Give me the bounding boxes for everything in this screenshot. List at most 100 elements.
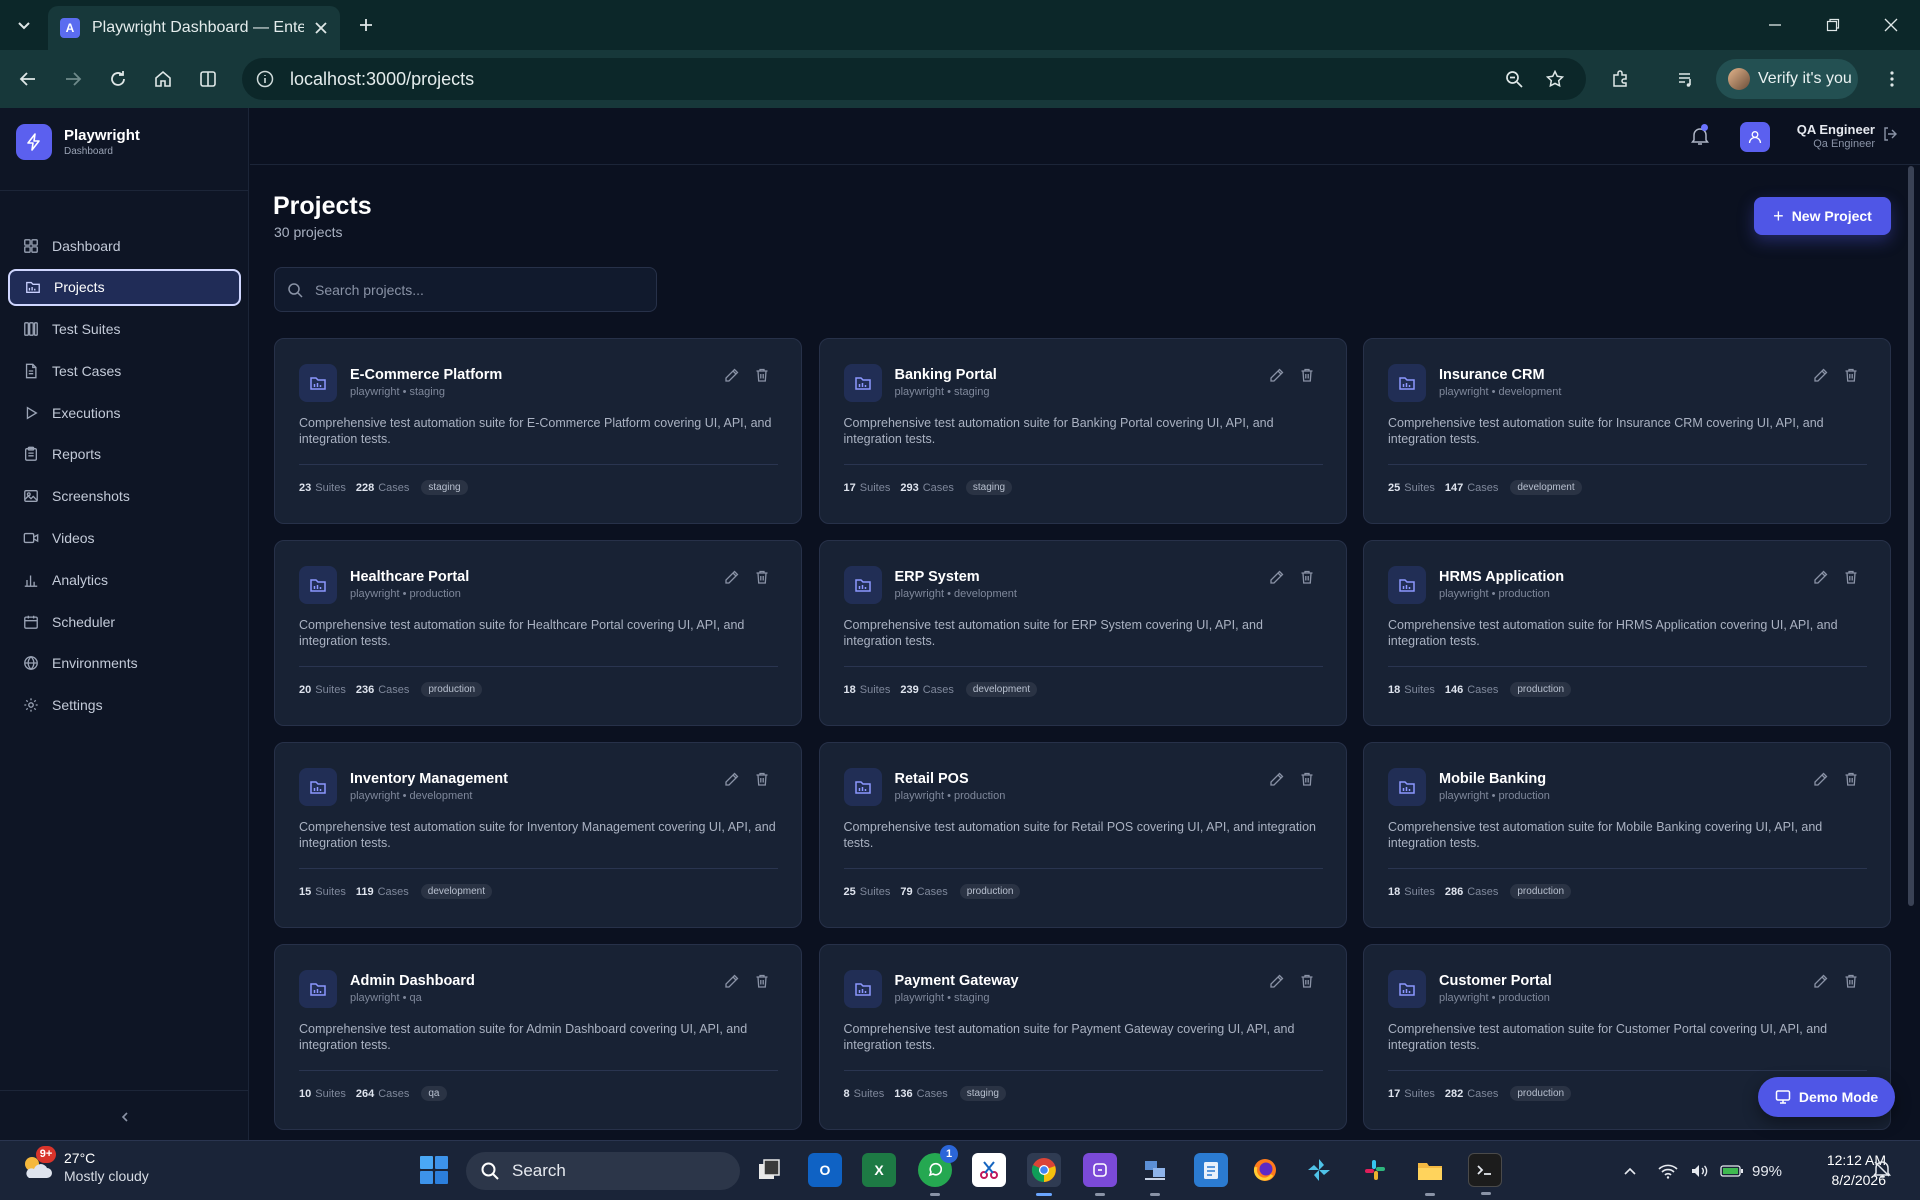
edit-pencil-icon[interactable] xyxy=(1269,771,1285,787)
project-name[interactable]: Healthcare Portal xyxy=(350,569,469,585)
zoom-icon[interactable] xyxy=(1496,61,1532,97)
sidebar-item-scheduler[interactable]: Scheduler xyxy=(8,603,241,640)
notification-center-icon[interactable] xyxy=(1872,1159,1894,1181)
project-card[interactable]: Insurance CRM playwright • development Com… xyxy=(1363,338,1891,524)
search-box[interactable] xyxy=(274,267,657,312)
minimize-icon[interactable] xyxy=(1746,0,1804,50)
delete-trash-icon[interactable] xyxy=(1299,367,1315,383)
network-admin-icon[interactable] xyxy=(1138,1153,1172,1196)
project-card[interactable]: Retail POS playwright • production Compreh… xyxy=(818,742,1347,928)
edit-pencil-icon[interactable] xyxy=(724,771,740,787)
terminal-icon[interactable] xyxy=(1468,1153,1502,1195)
project-card[interactable]: Banking Portal playwright • staging Compre… xyxy=(818,338,1347,524)
project-name[interactable]: Payment Gateway xyxy=(895,973,1019,989)
logout-icon[interactable] xyxy=(1882,126,1902,146)
edit-pencil-icon[interactable] xyxy=(1269,569,1285,585)
firefox-icon[interactable] xyxy=(1248,1153,1282,1187)
project-card[interactable]: Payment Gateway playwright • staging Compr… xyxy=(818,944,1347,1130)
notifications-bell-icon[interactable] xyxy=(1689,123,1711,147)
sidebar-item-test-suites[interactable]: Test Suites xyxy=(8,311,241,348)
browser-tab-active[interactable]: A Playwright Dashboard — Enterprise xyxy=(48,6,340,50)
wifi-icon[interactable] xyxy=(1654,1157,1682,1185)
battery-icon[interactable] xyxy=(1718,1157,1746,1185)
project-name[interactable]: Insurance CRM xyxy=(1439,367,1545,383)
demo-mode-button[interactable]: Demo Mode xyxy=(1758,1077,1895,1117)
restore-icon[interactable] xyxy=(1804,0,1862,50)
delete-trash-icon[interactable] xyxy=(754,569,770,585)
project-name[interactable]: ERP System xyxy=(895,569,980,585)
delete-trash-icon[interactable] xyxy=(1843,973,1859,989)
project-name[interactable]: HRMS Application xyxy=(1439,569,1564,585)
volume-icon[interactable] xyxy=(1686,1157,1714,1185)
teams-purple-icon[interactable] xyxy=(1083,1153,1117,1196)
edit-pencil-icon[interactable] xyxy=(724,973,740,989)
project-name[interactable]: Admin Dashboard xyxy=(350,973,475,989)
chrome-icon[interactable] xyxy=(1027,1153,1061,1196)
verify-profile-chip[interactable]: Verify it's you xyxy=(1716,59,1858,99)
delete-trash-icon[interactable] xyxy=(1299,973,1315,989)
new-project-button[interactable]: + New Project xyxy=(1754,197,1891,235)
edit-pencil-icon[interactable] xyxy=(1813,771,1829,787)
split-view-icon[interactable] xyxy=(190,61,226,97)
edit-pencil-icon[interactable] xyxy=(1813,367,1829,383)
delete-trash-icon[interactable] xyxy=(1843,569,1859,585)
sidebar-item-settings[interactable]: Settings xyxy=(8,687,241,724)
sidebar-item-executions[interactable]: Executions xyxy=(8,394,241,431)
edit-pencil-icon[interactable] xyxy=(1813,569,1829,585)
sidebar-item-reports[interactable]: Reports xyxy=(8,436,241,473)
delete-trash-icon[interactable] xyxy=(754,367,770,383)
snipping-tool-icon[interactable] xyxy=(972,1153,1006,1187)
sidebar-item-screenshots[interactable]: Screenshots xyxy=(8,478,241,515)
notepad-icon[interactable] xyxy=(1194,1153,1228,1187)
project-name[interactable]: Mobile Banking xyxy=(1439,771,1546,787)
sidebar-item-test-cases[interactable]: Test Cases xyxy=(8,352,241,389)
project-card[interactable]: Healthcare Portal playwright • production… xyxy=(274,540,802,726)
project-card[interactable]: ERP System playwright • development Compre… xyxy=(818,540,1347,726)
delete-trash-icon[interactable] xyxy=(1299,771,1315,787)
taskbar-search[interactable]: Search xyxy=(466,1152,740,1190)
new-tab-plus-icon[interactable] xyxy=(348,7,384,43)
sidebar-item-videos[interactable]: Videos xyxy=(8,520,241,557)
slack-icon[interactable] xyxy=(1358,1153,1392,1187)
collapse-sidebar-chevron-icon[interactable] xyxy=(112,1104,138,1130)
window-close-icon[interactable] xyxy=(1862,0,1920,50)
media-controls-icon[interactable] xyxy=(1668,61,1704,97)
project-card[interactable]: Mobile Banking playwright • production Com… xyxy=(1363,742,1891,928)
reload-icon[interactable] xyxy=(100,61,136,97)
tab-search-chevron-icon[interactable] xyxy=(6,7,42,43)
project-name[interactable]: Customer Portal xyxy=(1439,973,1552,989)
delete-trash-icon[interactable] xyxy=(754,771,770,787)
delete-trash-icon[interactable] xyxy=(1299,569,1315,585)
sidebar-item-analytics[interactable]: Analytics xyxy=(8,561,241,598)
excel-icon[interactable]: X xyxy=(862,1153,896,1187)
project-name[interactable]: Banking Portal xyxy=(895,367,997,383)
project-card[interactable]: Inventory Management playwright • develop… xyxy=(274,742,802,928)
project-card[interactable]: E-Commerce Platform playwright • staging C… xyxy=(274,338,802,524)
edit-pencil-icon[interactable] xyxy=(1269,367,1285,383)
delete-trash-icon[interactable] xyxy=(1843,367,1859,383)
weather-widget[interactable]: 9+ 27°C Mostly cloudy xyxy=(20,1146,149,1185)
project-name[interactable]: Retail POS xyxy=(895,771,969,787)
delete-trash-icon[interactable] xyxy=(754,973,770,989)
sidebar-item-dashboard[interactable]: Dashboard xyxy=(8,227,241,264)
brand[interactable]: Playwright Dashboard xyxy=(16,124,140,160)
extensions-puzzle-icon[interactable] xyxy=(1602,61,1638,97)
pinwheel-app-icon[interactable] xyxy=(1302,1153,1336,1187)
site-info-icon[interactable] xyxy=(252,66,278,92)
whatsapp-icon[interactable]: 1 xyxy=(918,1145,958,1196)
windows-start-icon[interactable] xyxy=(418,1154,450,1186)
delete-trash-icon[interactable] xyxy=(1843,771,1859,787)
task-view-icon[interactable] xyxy=(752,1153,786,1187)
sidebar-item-environments[interactable]: Environments xyxy=(8,645,241,682)
forward-arrow-icon[interactable] xyxy=(55,61,91,97)
project-card[interactable]: Admin Dashboard playwright • qa Comprehens… xyxy=(274,944,802,1130)
outlook-icon[interactable]: O xyxy=(808,1153,842,1187)
browser-menu-icon[interactable] xyxy=(1874,61,1910,97)
address-bar[interactable]: localhost:3000/projects xyxy=(242,58,1586,100)
project-name[interactable]: E-Commerce Platform xyxy=(350,367,502,383)
back-arrow-icon[interactable] xyxy=(10,61,46,97)
url-text[interactable]: localhost:3000/projects xyxy=(290,69,474,90)
scrollbar[interactable] xyxy=(1908,166,1914,906)
sidebar-item-projects[interactable]: Projects xyxy=(8,268,241,306)
edit-pencil-icon[interactable] xyxy=(1269,973,1285,989)
